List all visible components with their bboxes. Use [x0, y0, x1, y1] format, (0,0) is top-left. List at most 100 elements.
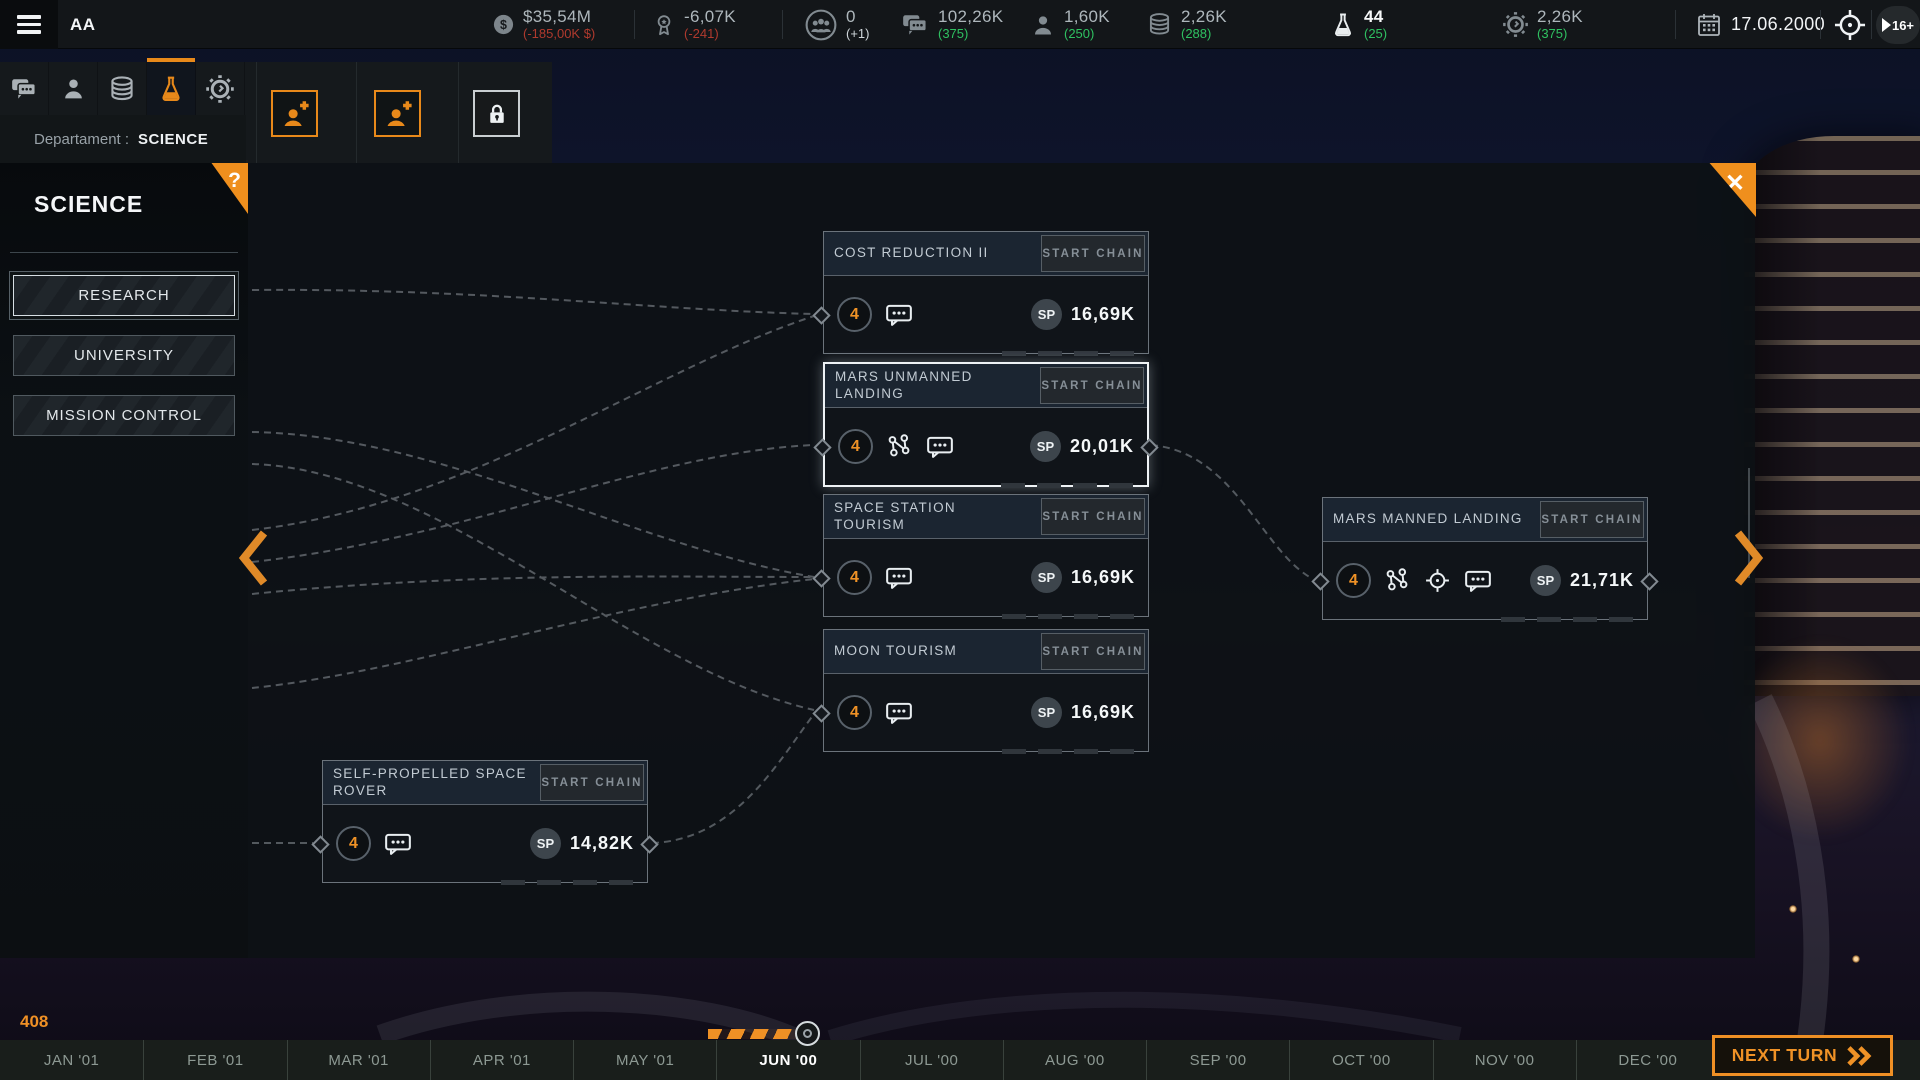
- staff-value: 1,60K: [1064, 8, 1110, 27]
- flask-icon: [157, 74, 185, 104]
- sp-badge: SP: [1031, 562, 1062, 593]
- month-cell: SEP '00: [1146, 1040, 1289, 1080]
- tab-marketing[interactable]: [0, 62, 49, 115]
- science-side-panel: ? SCIENCE RESEARCH UNIVERSITY MISSION CO…: [0, 163, 248, 958]
- hamburger-menu-button[interactable]: [0, 0, 58, 49]
- crosshair-icon[interactable]: [1833, 8, 1867, 42]
- sidebar-button-university[interactable]: UNIVERSITY: [13, 335, 235, 376]
- chat-bubble-icon: [885, 700, 913, 726]
- chat-bubble-icon: [885, 302, 913, 328]
- department-label-value: SCIENCE: [138, 131, 208, 148]
- month-cell-current: JUN '00: [716, 1040, 859, 1080]
- research-node-cost-reduction-ii[interactable]: COST REDUCTION II START CHAIN 4 SP 16,69…: [823, 231, 1149, 354]
- tab-finance[interactable]: [98, 62, 147, 115]
- chat-bubble-icon: [885, 565, 913, 591]
- sp-badge: SP: [1530, 565, 1561, 596]
- start-chain-button[interactable]: START CHAIN: [1040, 367, 1144, 404]
- money-delta: (-185,00K $): [523, 27, 595, 41]
- add-person-icon: [279, 98, 311, 130]
- tab-science[interactable]: [147, 62, 196, 115]
- month-cell: MAR '01: [287, 1040, 430, 1080]
- node-level-badge: 4: [336, 826, 371, 861]
- dollar-coin-icon: $: [492, 13, 515, 36]
- stat-visitors: 0(+1): [804, 0, 869, 49]
- start-chain-button[interactable]: START CHAIN: [1041, 633, 1145, 670]
- node-title: SPACE STATION TOURISM: [824, 495, 1038, 538]
- tab-hr[interactable]: [49, 62, 98, 115]
- chat-bubble-icon: [900, 11, 930, 39]
- stat-production: 2,26K(375): [1502, 0, 1583, 49]
- hire-scientist-button-2[interactable]: [374, 90, 421, 137]
- svg-text:$: $: [500, 18, 507, 32]
- node-title: COST REDUCTION II: [824, 232, 1038, 275]
- node-title: MARS UNMANNED LANDING: [825, 364, 1037, 407]
- lock-icon: [484, 101, 510, 127]
- molecule-icon: [886, 433, 913, 460]
- node-cost: 14,82K: [570, 833, 634, 854]
- top-hud-bar: AA $ $35,54M(-185,00K $) -6,07K(-241) 0(…: [0, 0, 1920, 49]
- sp-badge: SP: [1030, 431, 1061, 462]
- hire-scientist-button-1[interactable]: [271, 90, 318, 137]
- marketing-delta: (375): [938, 27, 1003, 41]
- month-cell: DEC '00: [1576, 1040, 1719, 1080]
- turn-counter: 408: [20, 1012, 48, 1032]
- help-icon: ?: [228, 169, 241, 193]
- money-value: $35,54M: [523, 8, 595, 27]
- node-level-badge: 4: [837, 560, 872, 595]
- start-chain-button[interactable]: START CHAIN: [540, 764, 644, 801]
- date-display: 17.06.2000: [1696, 0, 1825, 49]
- company-name: AA: [70, 0, 96, 49]
- current-date: 17.06.2000: [1731, 14, 1825, 35]
- research-node-mars-unmanned-landing[interactable]: MARS UNMANNED LANDING START CHAIN 4 SP 2…: [823, 362, 1149, 487]
- science-value: 44: [1364, 8, 1387, 27]
- finance-delta: (288): [1181, 27, 1227, 41]
- month-progress-marker: [795, 1021, 820, 1046]
- staff-delta: (250): [1064, 27, 1110, 41]
- flask-icon: [1330, 11, 1356, 39]
- reputation-delta: (-241): [684, 27, 736, 41]
- node-title: SELF-PROPELLED SPACE ROVER: [323, 761, 537, 804]
- scroll-right-chevron[interactable]: [1732, 527, 1766, 589]
- chat-bubble-icon: [9, 75, 39, 103]
- start-chain-button[interactable]: START CHAIN: [1540, 501, 1644, 538]
- month-cell: JUL '00: [860, 1040, 1003, 1080]
- next-turn-button[interactable]: NEXT TURN: [1712, 1035, 1893, 1076]
- node-level-badge: 4: [837, 297, 872, 332]
- node-cost: 16,69K: [1071, 304, 1135, 325]
- research-node-moon-tourism[interactable]: MOON TOURISM START CHAIN 4 SP 16,69K: [823, 629, 1149, 752]
- node-cost: 20,01K: [1070, 436, 1134, 457]
- month-cell: APR '01: [430, 1040, 573, 1080]
- rating-text: 16+: [1892, 18, 1914, 33]
- month-cell: AUG '00: [1003, 1040, 1146, 1080]
- target-icon: [1424, 567, 1451, 594]
- stat-reputation: -6,07K(-241): [652, 0, 736, 49]
- node-level-badge: 4: [1336, 563, 1371, 598]
- scroll-left-chevron[interactable]: [236, 527, 270, 589]
- start-chain-button[interactable]: START CHAIN: [1041, 235, 1145, 272]
- next-turn-label: NEXT TURN: [1732, 1045, 1838, 1066]
- department-tabs: [0, 62, 245, 115]
- research-node-space-station-tourism[interactable]: SPACE STATION TOURISM START CHAIN 4 SP 1…: [823, 494, 1149, 617]
- stat-marketing: 102,26K(375): [900, 0, 1003, 49]
- help-button[interactable]: ?: [202, 160, 248, 214]
- finance-value: 2,26K: [1181, 8, 1227, 27]
- sidebar-button-mission-control[interactable]: MISSION CONTROL: [13, 395, 235, 436]
- visitors-delta: (+1): [846, 27, 869, 41]
- research-node-self-propelled-space-rover[interactable]: SELF-PROPELLED SPACE ROVER START CHAIN 4…: [322, 760, 648, 883]
- start-chain-button[interactable]: START CHAIN: [1041, 498, 1145, 535]
- research-node-mars-manned-landing[interactable]: MARS MANNED LANDING START CHAIN 4 SP 21,…: [1322, 497, 1648, 620]
- tab-production[interactable]: [196, 62, 245, 115]
- sidebar-button-research[interactable]: RESEARCH: [13, 275, 235, 316]
- chat-bubble-icon: [1464, 568, 1492, 594]
- month-cell: NOV '00: [1433, 1040, 1576, 1080]
- department-toolbar: Departament : SCIENCE: [0, 62, 552, 163]
- sp-badge: SP: [530, 828, 561, 859]
- node-cost: 16,69K: [1071, 702, 1135, 723]
- locked-slot-button[interactable]: [473, 90, 520, 137]
- coins-icon: [1146, 11, 1173, 38]
- month-cell: OCT '00: [1289, 1040, 1432, 1080]
- person-icon: [60, 75, 87, 102]
- production-delta: (375): [1537, 27, 1583, 41]
- stat-staff: 1,60K(250): [1030, 0, 1110, 49]
- add-person-icon: [382, 98, 414, 130]
